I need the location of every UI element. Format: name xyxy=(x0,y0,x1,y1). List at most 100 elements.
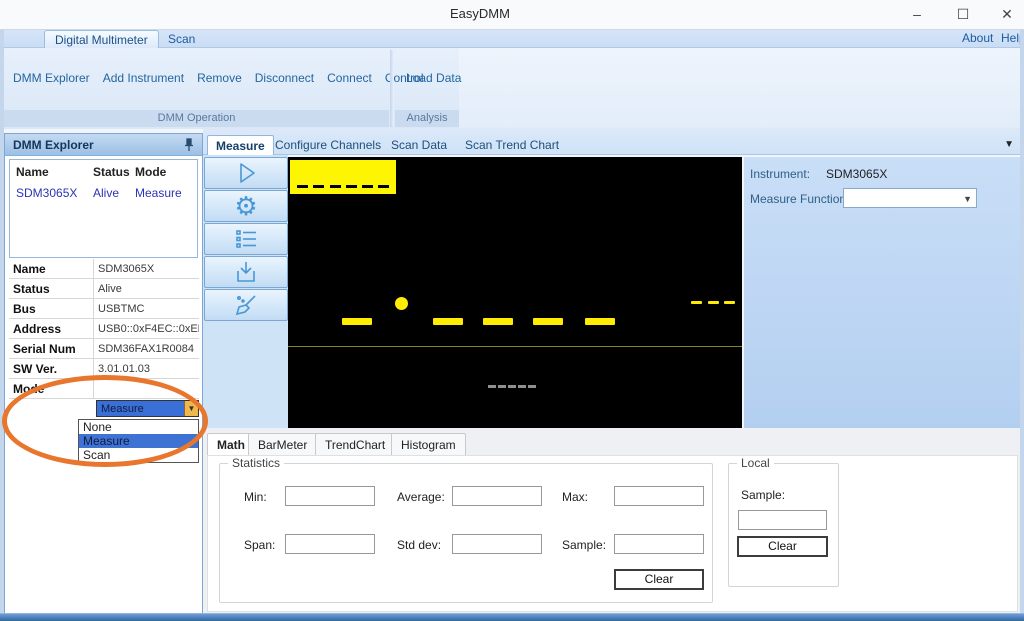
tab-histogram[interactable]: Histogram xyxy=(391,433,466,455)
statistics-clear-button[interactable]: Clear xyxy=(614,569,704,590)
min-label: Min: xyxy=(244,490,267,504)
title-bar: EasyDMM – ☐ ✕ xyxy=(0,0,1024,30)
mode-option-none[interactable]: None xyxy=(79,420,198,434)
reading-dash xyxy=(342,318,372,325)
close-button[interactable]: ✕ xyxy=(988,0,1024,29)
broom-icon xyxy=(233,292,259,318)
instrument-table: Name Status Mode SDM3065X Alive Measure xyxy=(9,159,198,258)
math-panel: Statistics Min: Average: Max: Span: Std … xyxy=(207,455,1018,612)
tab-measure[interactable]: Measure xyxy=(207,135,274,155)
checklist-icon xyxy=(233,226,259,252)
segment-dash xyxy=(346,185,357,188)
dmm-explorer-button[interactable]: DMM Explorer xyxy=(13,65,90,91)
instrument-table-header: Name Status Mode xyxy=(10,160,197,179)
max-label: Max: xyxy=(562,490,588,504)
local-sample-label: Sample: xyxy=(741,488,785,502)
reading-dash xyxy=(533,318,563,325)
sub-dash xyxy=(518,385,526,388)
group-label-dmm-operation: DMM Operation xyxy=(4,110,389,127)
segment-dash xyxy=(362,185,373,188)
group-label-analysis: Analysis xyxy=(395,110,459,127)
sub-dash xyxy=(498,385,506,388)
connect-button[interactable]: Connect xyxy=(327,65,372,91)
tab-scan-trend-chart[interactable]: Scan Trend Chart xyxy=(457,135,567,155)
minimize-button[interactable]: – xyxy=(898,0,936,29)
sub-dash xyxy=(488,385,496,388)
instrument-label: Instrument: xyxy=(750,167,810,181)
display-secondary-readout xyxy=(290,160,396,194)
ribbon-empty-area xyxy=(459,48,1020,129)
min-input[interactable] xyxy=(285,486,375,506)
reading-dash xyxy=(433,318,463,325)
instrument-name: SDM3065X xyxy=(10,186,93,200)
span-input[interactable] xyxy=(285,534,375,554)
clear-display-button[interactable] xyxy=(204,289,288,321)
average-input[interactable] xyxy=(452,486,542,506)
maximize-button[interactable]: ☐ xyxy=(944,0,982,29)
run-button[interactable] xyxy=(204,157,288,189)
window-border-bottom xyxy=(0,613,1024,621)
property-row-address: Address USB0::0xF4EC::0xEE38::... xyxy=(9,319,199,339)
dmm-explorer-header: DMM Explorer xyxy=(5,134,202,156)
stddev-label: Std dev: xyxy=(397,538,441,552)
tab-scan-data[interactable]: Scan Data xyxy=(383,135,455,155)
col-name: Name xyxy=(10,165,93,179)
sub-dash xyxy=(528,385,536,388)
statistics-title: Statistics xyxy=(228,456,284,470)
stddev-input[interactable] xyxy=(452,534,542,554)
segment-dash xyxy=(378,185,389,188)
mode-option-measure[interactable]: Measure xyxy=(79,434,198,448)
instrument-mode: Measure xyxy=(135,186,185,200)
save-data-button[interactable] xyxy=(204,256,288,288)
ribbon-tab-digital-multimeter[interactable]: Digital Multimeter xyxy=(44,30,159,48)
about-link[interactable]: About xyxy=(962,31,993,45)
combo-arrow-icon: ▼ xyxy=(963,194,972,204)
tab-trendchart[interactable]: TrendChart xyxy=(315,433,395,455)
tab-overflow-icon[interactable]: ▼ xyxy=(1004,139,1014,150)
measure-toolbar: ⚙ xyxy=(203,155,288,428)
tab-configure-channels[interactable]: Configure Channels xyxy=(267,135,389,155)
sample-label: Sample: xyxy=(562,538,606,552)
measurement-display xyxy=(288,157,742,428)
instrument-row[interactable]: SDM3065X Alive Measure xyxy=(10,179,197,200)
local-group: Local Sample: Clear xyxy=(728,463,839,587)
load-data-button[interactable]: Load Data xyxy=(406,65,461,91)
local-sample-input[interactable] xyxy=(738,510,827,530)
window-border-left xyxy=(0,30,4,615)
mode-dropdown-list: None Measure Scan xyxy=(78,419,199,463)
measure-function-combobox[interactable]: ▼ xyxy=(843,188,977,208)
mode-option-scan[interactable]: Scan xyxy=(79,448,198,462)
combo-dropdown-icon[interactable]: ▼ xyxy=(184,401,198,416)
ribbon-tab-strip: Digital Multimeter Scan About Help xyxy=(0,30,1024,48)
disconnect-button[interactable]: Disconnect xyxy=(255,65,314,91)
tab-barmeter[interactable]: BarMeter xyxy=(248,433,317,455)
unit-dash xyxy=(724,301,735,304)
max-input[interactable] xyxy=(614,486,704,506)
sub-dash xyxy=(508,385,516,388)
dmm-explorer-panel: DMM Explorer Name Status Mode SDM3065X A… xyxy=(4,133,203,614)
mode-combobox[interactable]: Measure ▼ xyxy=(96,400,199,417)
unit-dash xyxy=(708,301,719,304)
local-title: Local xyxy=(737,456,774,470)
app-window: EasyDMM – ☐ ✕ Digital Multimeter Scan Ab… xyxy=(0,0,1024,621)
gear-icon: ⚙ xyxy=(234,193,257,219)
reading-decimal-point xyxy=(395,297,408,310)
ribbon-tab-scan[interactable]: Scan xyxy=(158,30,205,48)
list-button[interactable] xyxy=(204,223,288,255)
pin-icon[interactable] xyxy=(182,137,196,153)
unit-dash xyxy=(691,301,702,304)
window-border-right xyxy=(1020,30,1024,615)
property-row-serial: Serial Num SDM36FAX1R0084 xyxy=(9,339,199,359)
col-mode: Mode xyxy=(135,165,185,179)
remove-button[interactable]: Remove xyxy=(197,65,242,91)
sample-input[interactable] xyxy=(614,534,704,554)
add-instrument-button[interactable]: Add Instrument xyxy=(103,65,184,91)
settings-button[interactable]: ⚙ xyxy=(204,190,288,222)
local-clear-button[interactable]: Clear xyxy=(737,536,828,557)
segment-dash xyxy=(330,185,341,188)
property-row-swver: SW Ver. 3.01.01.03 xyxy=(9,359,199,379)
instrument-status: Alive xyxy=(93,186,135,200)
property-row-status: Status Alive xyxy=(9,279,199,299)
display-divider-line xyxy=(288,346,742,347)
window-title: EasyDMM xyxy=(400,6,560,21)
